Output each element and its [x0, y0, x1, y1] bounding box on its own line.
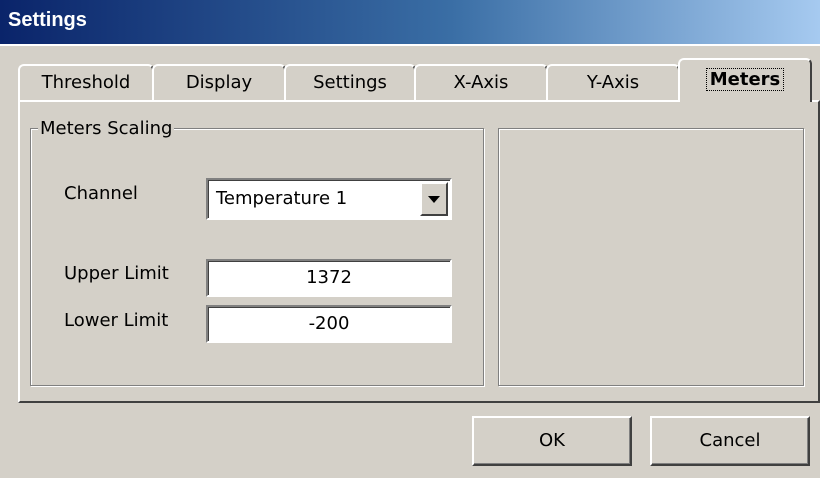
empty-group	[498, 128, 804, 386]
channel-label: Channel	[64, 183, 138, 204]
upper-limit-label: Upper Limit	[64, 263, 169, 284]
tab-label: Threshold	[41, 72, 131, 93]
tab-label: Meters	[705, 68, 785, 91]
tab-threshold[interactable]: Threshold	[18, 64, 154, 100]
meters-scaling-group	[30, 128, 484, 386]
channel-combobox[interactable]: Temperature 1	[206, 178, 452, 220]
tab-y-axis[interactable]: Y-Axis	[546, 64, 680, 100]
channel-value: Temperature 1	[216, 188, 348, 209]
tab-settings[interactable]: Settings	[284, 64, 416, 100]
tab-display[interactable]: Display	[152, 64, 286, 100]
lower-limit-field[interactable]: -200	[206, 305, 452, 343]
tab-x-axis[interactable]: X-Axis	[414, 64, 548, 100]
tab-label: X-Axis	[453, 72, 509, 93]
title-bar[interactable]: Settings	[0, 0, 820, 46]
ok-button[interactable]: OK	[472, 416, 632, 466]
cancel-button[interactable]: Cancel	[650, 416, 810, 466]
chevron-down-icon	[428, 195, 440, 203]
tab-label: Display	[185, 72, 253, 93]
tab-label: Y-Axis	[586, 72, 640, 93]
lower-limit-label: Lower Limit	[64, 310, 169, 331]
tab-label: Settings	[313, 72, 387, 93]
combo-dropdown-button[interactable]	[420, 182, 448, 216]
tab-meters[interactable]: Meters	[678, 58, 812, 102]
group-legend: Meters Scaling	[38, 118, 175, 139]
window-title: Settings	[8, 9, 87, 31]
upper-limit-field[interactable]: 1372	[206, 259, 452, 297]
